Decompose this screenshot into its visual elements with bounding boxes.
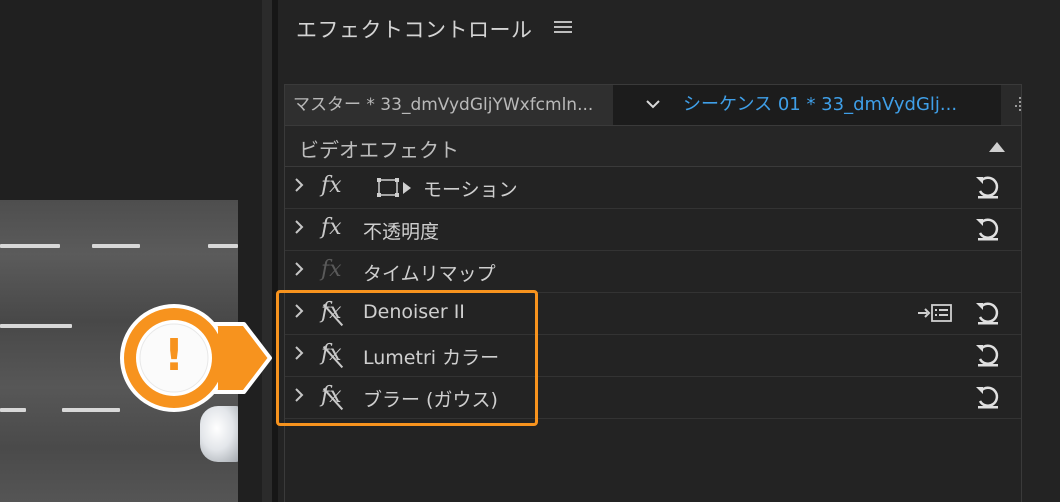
clip-selector-bar: マスター * 33_dmVydGljYWxfcmln... シーケンス 01 *… [284, 84, 1022, 126]
panel-title: エフェクトコントロール [296, 18, 533, 42]
reset-icon[interactable] [973, 340, 1003, 370]
chevron-right-icon[interactable] [293, 176, 305, 199]
lane-marking [0, 324, 72, 328]
fx-icon[interactable]: fx [321, 215, 342, 240]
hamburger-menu-icon[interactable] [554, 18, 572, 36]
effect-row-time-remap[interactable]: fx タイムリマップ [285, 251, 1021, 293]
program-monitor [0, 0, 262, 502]
sequence-clip-tab[interactable]: シーケンス 01 * 33_dmVydGlj... [683, 85, 1003, 125]
lane-marking [62, 408, 120, 412]
lane-marking [0, 244, 60, 248]
effect-row-motion[interactable]: fx モーション [285, 167, 1021, 209]
effect-row-opacity[interactable]: fx 不透明度 [285, 209, 1021, 251]
warning-callout: ! [118, 300, 278, 416]
reset-icon[interactable] [973, 214, 1003, 244]
reset-icon[interactable] [973, 382, 1003, 412]
collapse-triangle-icon[interactable] [989, 142, 1005, 152]
master-clip-tab[interactable]: マスター * 33_dmVydGljYWxfcmln... [285, 85, 642, 125]
video-effects-header[interactable]: ビデオエフェクト [285, 126, 1021, 167]
section-title: ビデオエフェクト [299, 138, 459, 162]
reset-icon[interactable] [973, 172, 1003, 202]
transform-icon[interactable] [377, 177, 413, 199]
reset-icon[interactable] [973, 298, 1003, 328]
lane-marking [0, 408, 26, 412]
highlight-box [276, 290, 538, 426]
effect-controls-panel: エフェクトコントロール マスター * 33_dmVydGljYWxfcmln..… [278, 0, 1060, 502]
chevron-right-icon[interactable] [293, 218, 305, 241]
chevron-down-icon[interactable] [643, 94, 663, 114]
chevron-right-icon[interactable] [293, 260, 305, 283]
lane-marking [208, 244, 238, 248]
lane-marking [92, 244, 140, 248]
warning-icon: ! [163, 330, 185, 381]
effect-name: 不透明度 [363, 221, 440, 243]
keyframe-list-icon[interactable] [917, 301, 953, 325]
effect-name: タイムリマップ [363, 263, 496, 285]
fx-icon: fx [321, 257, 342, 282]
fx-icon[interactable]: fx [321, 173, 342, 198]
panel-divider[interactable] [262, 0, 272, 502]
effect-name: モーション [423, 179, 518, 201]
grip-handle-icon[interactable] [1015, 97, 1025, 113]
